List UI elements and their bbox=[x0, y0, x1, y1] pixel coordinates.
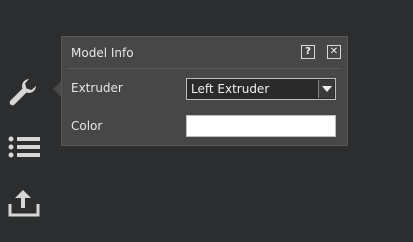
close-button[interactable]: ✕ bbox=[327, 45, 341, 59]
extruder-label: Extruder bbox=[71, 81, 123, 95]
title-divider bbox=[68, 68, 341, 69]
app-window: Model Info ? ✕ Extruder Left Extruder Co… bbox=[0, 0, 413, 242]
extruder-select[interactable]: Left Extruder bbox=[186, 78, 336, 100]
list-icon[interactable] bbox=[8, 134, 40, 166]
upload-icon-graphic bbox=[8, 190, 40, 217]
chevron-down-icon[interactable] bbox=[318, 80, 334, 98]
wrench-icon-graphic bbox=[9, 79, 37, 106]
help-button[interactable]: ? bbox=[301, 45, 315, 59]
panel-title: Model Info bbox=[71, 46, 134, 60]
extruder-select-value: Left Extruder bbox=[191, 82, 270, 96]
model-info-panel: Model Info ? ✕ Extruder Left Extruder Co… bbox=[61, 36, 348, 146]
color-swatch[interactable] bbox=[186, 115, 336, 137]
upload-icon[interactable] bbox=[8, 186, 40, 218]
color-label: Color bbox=[71, 119, 103, 133]
wrench-icon[interactable] bbox=[7, 76, 39, 108]
list-icon-graphic bbox=[8, 136, 40, 158]
